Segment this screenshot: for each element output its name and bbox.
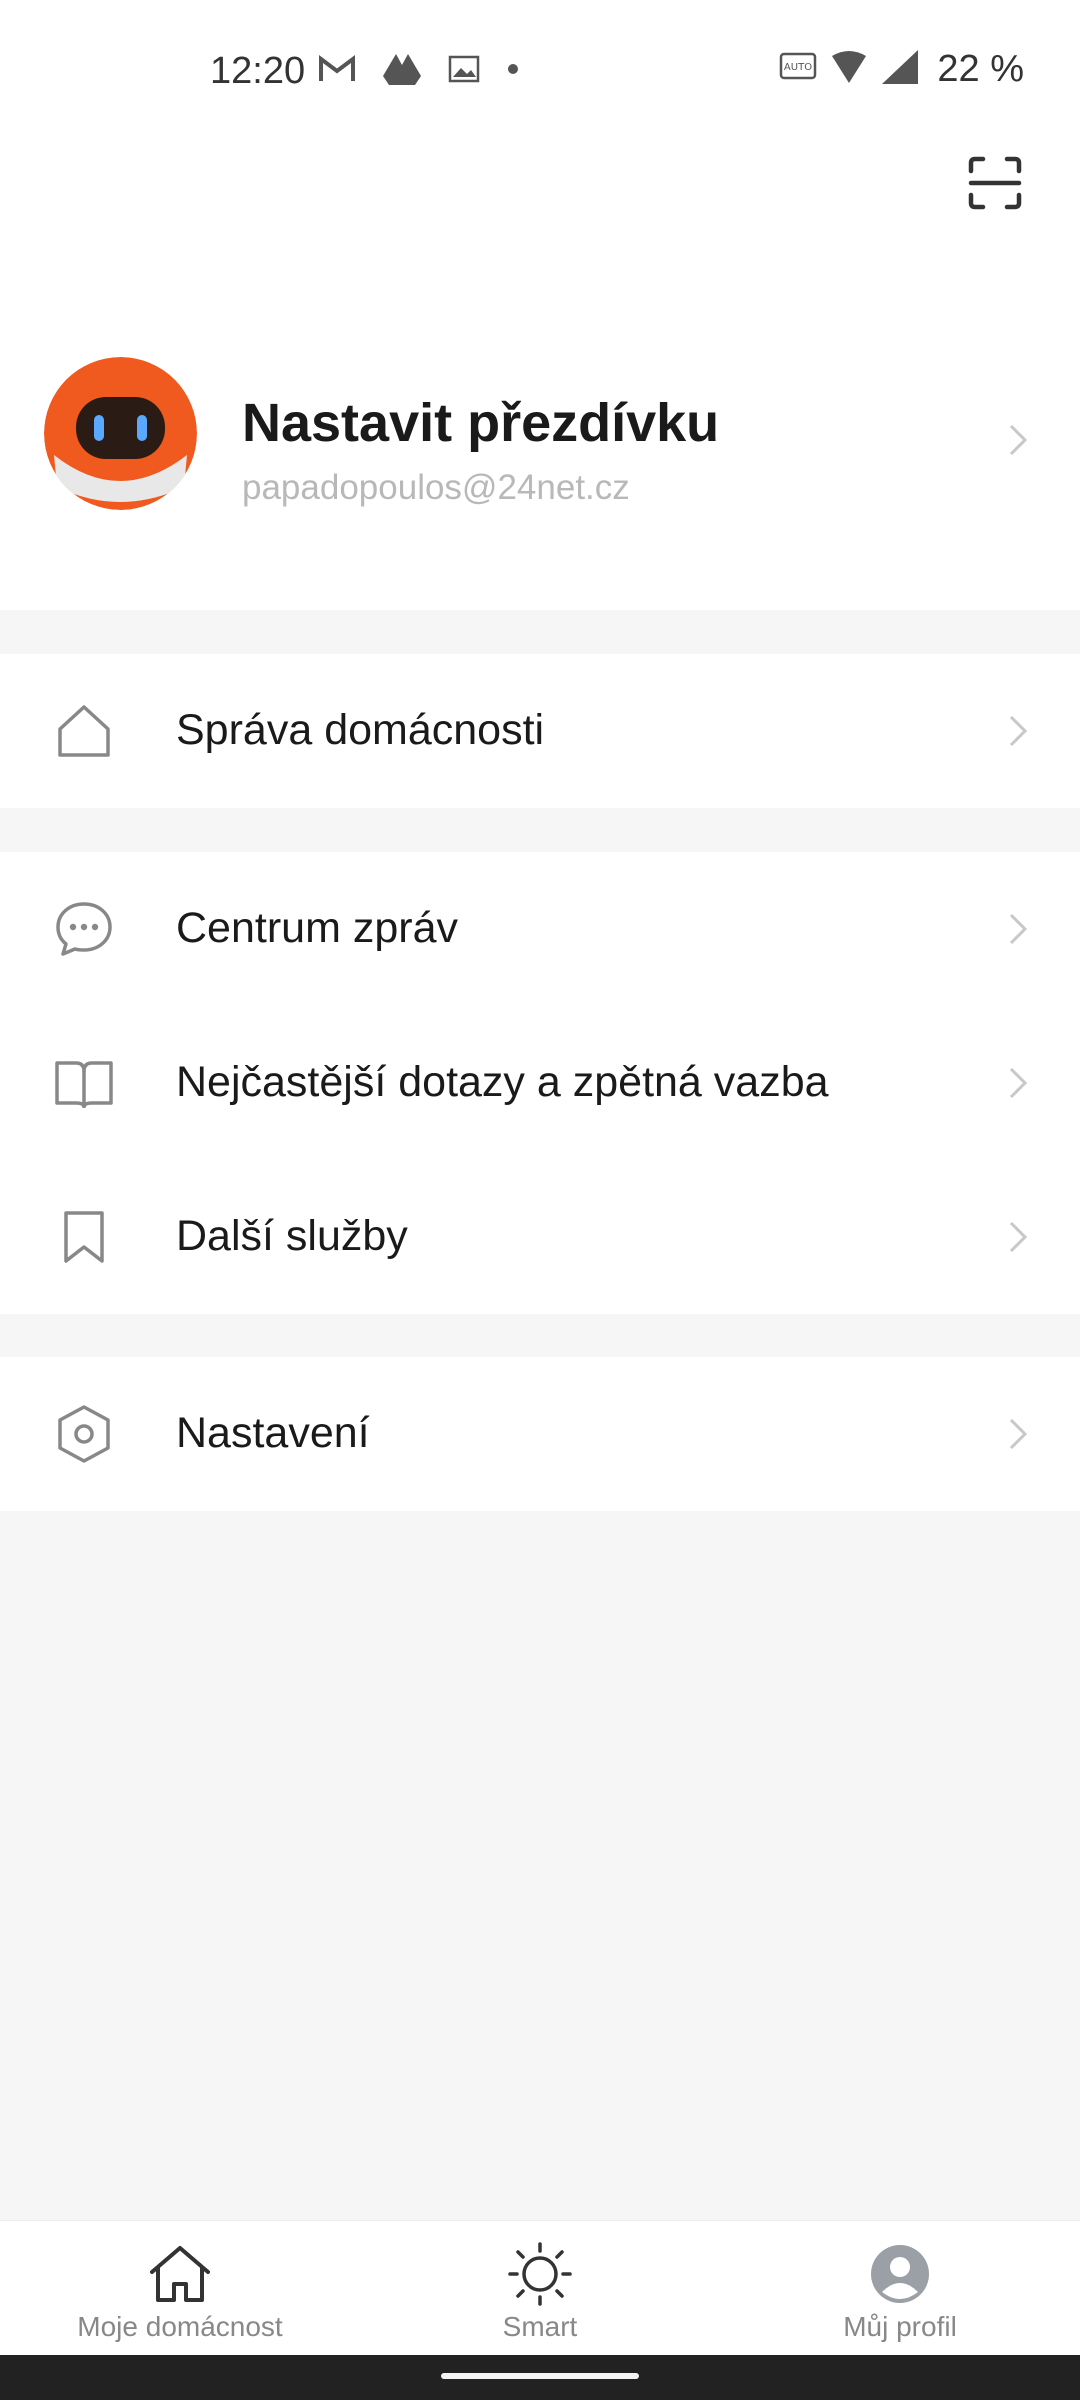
nav-item-smart[interactable]: Smart — [390, 2221, 690, 2356]
status-time: 12:20 — [210, 50, 306, 92]
nav-label: Moje domácnost — [77, 2311, 283, 2342]
status-left-icons — [318, 52, 546, 91]
nav-item-my-home[interactable]: Moje domácnost — [30, 2221, 330, 2356]
chevron-right-icon — [1000, 1065, 1036, 1101]
menu-item-settings[interactable]: Nastavení — [0, 1357, 1080, 1511]
nav-label: Můj profil — [843, 2311, 957, 2342]
status-right-icons: AUTO 22 % — [765, 48, 1024, 91]
nav-item-my-profile[interactable]: Můj profil — [750, 2221, 1050, 2356]
menu-item-faq-feedback[interactable]: Nejčastější dotazy a zpětná vazba — [0, 1006, 1080, 1160]
menu-card-support: Centrum zpráv Nejčastější dotazy a zpětn… — [0, 852, 1080, 1314]
drive-icon — [382, 52, 422, 91]
profile-row[interactable]: Nastavit přezdívku papadopoulos@24net.cz — [0, 350, 1080, 530]
gallery-icon — [448, 55, 480, 88]
gesture-bar — [0, 2355, 1080, 2400]
svg-text:AUTO: AUTO — [784, 62, 812, 73]
menu-item-label: Nastavení — [176, 1409, 370, 1457]
settings-hexagon-icon — [54, 1404, 114, 1464]
bottom-nav: Moje domácnost Smart Můj profil — [0, 2220, 1080, 2355]
menu-item-label: Nejčastější dotazy a zpětná vazba — [176, 1058, 829, 1106]
menu-item-home-management[interactable]: Správa domácnosti — [0, 654, 1080, 808]
scan-icon — [968, 156, 1022, 210]
home-outline-icon — [54, 701, 114, 761]
avatar[interactable] — [44, 357, 197, 510]
gmail-icon — [318, 54, 356, 89]
menu-item-other-services[interactable]: Další služby — [0, 1160, 1080, 1314]
profile-header: Nastavit přezdívku papadopoulos@24net.cz — [0, 140, 1080, 610]
nav-label: Smart — [502, 2311, 578, 2342]
battery-percent: 22 % — [937, 48, 1024, 90]
scan-button[interactable] — [960, 148, 1030, 218]
chevron-right-icon — [1000, 911, 1036, 947]
chat-bubble-icon — [54, 899, 114, 959]
home-icon — [145, 2239, 215, 2309]
signal-icon — [881, 49, 919, 90]
sun-icon — [505, 2239, 575, 2309]
status-bar: 12:20 AUTO 22 % — [0, 0, 1080, 140]
auto-hz-icon: AUTO — [779, 52, 817, 87]
dot-icon — [506, 62, 520, 81]
profile-name[interactable]: Nastavit přezdívku — [242, 392, 719, 454]
menu-card-home: Správa domácnosti — [0, 654, 1080, 808]
profile-icon — [865, 2239, 935, 2309]
menu-item-message-center[interactable]: Centrum zpráv — [0, 852, 1080, 1006]
chevron-right-icon — [1000, 422, 1036, 458]
chevron-right-icon — [1000, 1416, 1036, 1452]
book-icon — [54, 1053, 114, 1113]
wifi-icon — [831, 50, 867, 89]
gesture-handle[interactable] — [441, 2373, 639, 2379]
menu-item-label: Centrum zpráv — [176, 904, 458, 952]
chevron-right-icon — [1000, 713, 1036, 749]
menu-card-settings: Nastavení — [0, 1357, 1080, 1511]
chevron-right-icon — [1000, 1219, 1036, 1255]
robot-avatar-icon — [44, 357, 197, 510]
menu-item-label: Další služby — [176, 1212, 408, 1260]
bookmark-icon — [54, 1207, 114, 1267]
menu-item-label: Správa domácnosti — [176, 706, 545, 754]
profile-email: papadopoulos@24net.cz — [242, 468, 630, 507]
